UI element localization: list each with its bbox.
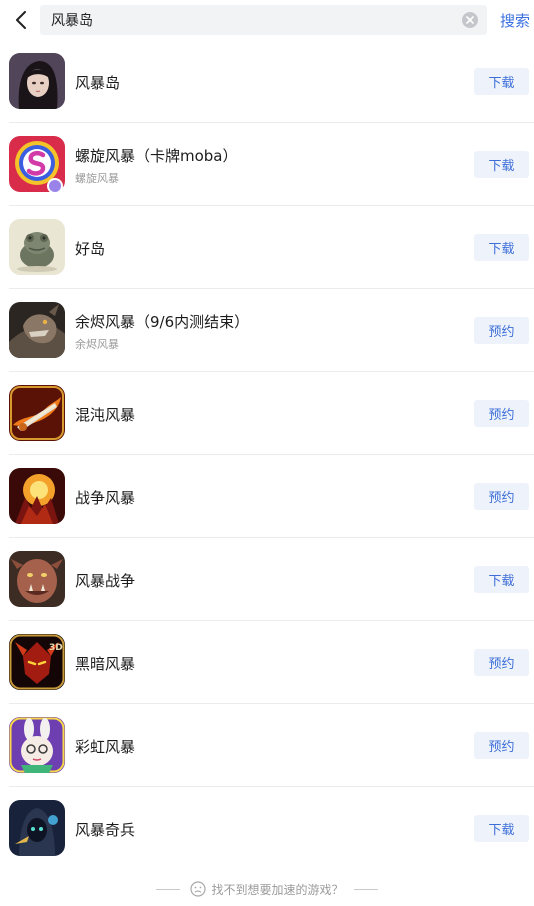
- list-item[interactable]: 3D 黑暗风暴 预约: [0, 621, 534, 704]
- badge-dot: [47, 178, 63, 194]
- game-name: 彩虹风暴: [75, 738, 136, 756]
- game-name: 风暴岛: [75, 74, 121, 92]
- game-subname: 余烬风暴: [75, 338, 119, 351]
- clear-search-button[interactable]: [462, 12, 478, 28]
- list-item[interactable]: 风暴岛 下载: [0, 40, 534, 123]
- game-name: 好岛: [75, 240, 106, 258]
- fire-demon-icon: [9, 468, 65, 524]
- reserve-button[interactable]: 预约: [474, 400, 529, 427]
- search-box: [40, 5, 487, 35]
- game-name: 混沌风暴: [75, 406, 136, 424]
- divider-line: [353, 888, 378, 890]
- download-button[interactable]: 下载: [474, 566, 529, 593]
- download-button[interactable]: 下载: [474, 68, 529, 95]
- list-item[interactable]: 彩虹风暴 预约: [0, 704, 534, 787]
- reserve-button[interactable]: 预约: [474, 732, 529, 759]
- reserve-button[interactable]: 预约: [474, 483, 529, 510]
- back-button[interactable]: [8, 6, 34, 34]
- svg-text:3D: 3D: [49, 643, 63, 653]
- download-button[interactable]: 下载: [474, 815, 529, 842]
- sad-face-icon: [190, 881, 207, 897]
- search-button[interactable]: 搜索: [500, 10, 530, 31]
- orc-face-icon: [9, 551, 65, 607]
- dragon-warrior-icon: [9, 302, 65, 358]
- list-item[interactable]: 螺旋风暴（卡牌moba） 螺旋风暴 下载: [0, 123, 534, 206]
- dark-haired-girl-icon: [9, 53, 65, 109]
- divider-line: [156, 888, 181, 890]
- list-item[interactable]: 混沌风暴 预约: [0, 372, 534, 455]
- list-item[interactable]: 余烬风暴（9/6内测结束） 余烬风暴 预约: [0, 289, 534, 372]
- list-item[interactable]: 战争风暴 预约: [0, 455, 534, 538]
- chevron-left-icon: [16, 11, 26, 29]
- game-name: 战争风暴: [75, 489, 136, 507]
- search-input[interactable]: [40, 5, 450, 35]
- game-name: 黑暗风暴: [75, 655, 136, 673]
- close-icon: [466, 16, 474, 24]
- search-results-list: 风暴岛 下载 螺旋风暴（卡牌moba） 螺旋风暴 下载 好岛 下载 余烬风暴（9…: [0, 40, 534, 870]
- red-demon-3d-icon: 3D: [9, 634, 65, 690]
- footer: 找不到想要加速的游戏？: [0, 872, 534, 906]
- frog-statue-icon: [9, 219, 65, 275]
- game-name: 风暴战争: [75, 572, 136, 590]
- list-item[interactable]: 风暴奇兵 下载: [0, 787, 534, 870]
- list-item[interactable]: 风暴战争 下载: [0, 538, 534, 621]
- missing-game-link[interactable]: 找不到想要加速的游戏？: [211, 881, 343, 898]
- download-button[interactable]: 下载: [474, 234, 529, 261]
- game-subname: 螺旋风暴: [75, 172, 119, 185]
- reserve-button[interactable]: 预约: [474, 649, 529, 676]
- game-name: 余烬风暴（9/6内测结束）: [75, 313, 250, 331]
- game-name: 风暴奇兵: [75, 821, 136, 839]
- download-button[interactable]: 下载: [474, 151, 529, 178]
- flaming-sword-icon: [9, 385, 65, 441]
- game-name: 螺旋风暴（卡牌moba）: [75, 147, 238, 165]
- list-item[interactable]: 好岛 下载: [0, 206, 534, 289]
- reserve-button[interactable]: 预约: [474, 317, 529, 344]
- hooded-warrior-icon: [9, 800, 65, 856]
- top-bar: 搜索: [0, 0, 534, 40]
- bunny-girl-icon: [9, 717, 65, 773]
